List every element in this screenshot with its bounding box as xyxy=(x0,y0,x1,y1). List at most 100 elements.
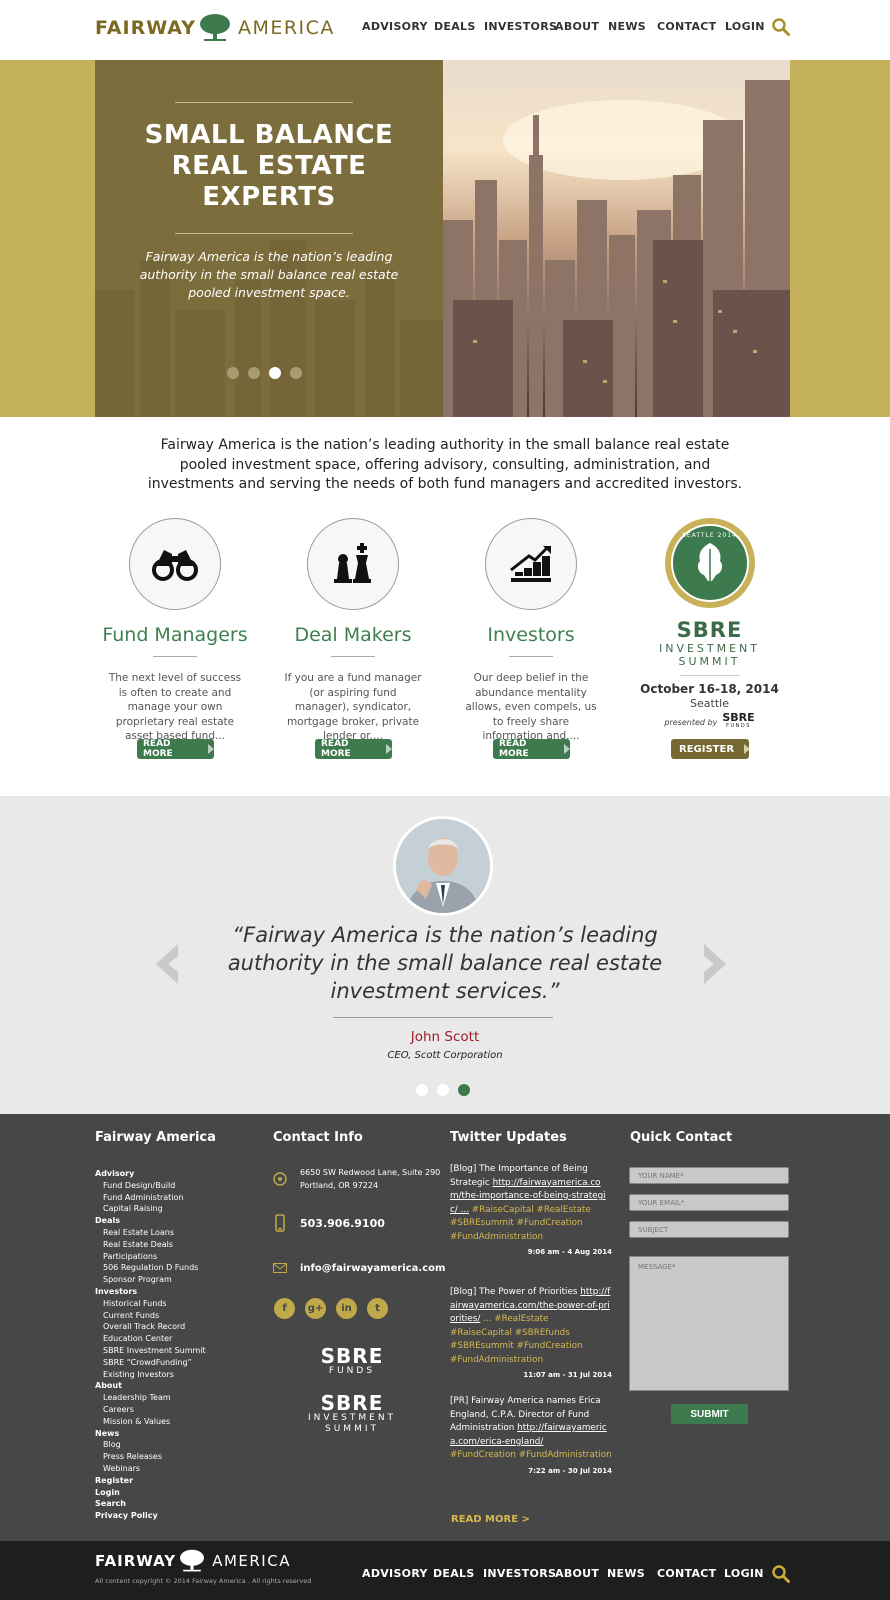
tweet-hashtags[interactable]: #FundCreation #FundAdministration xyxy=(450,1450,612,1460)
email-field[interactable] xyxy=(629,1194,789,1211)
footer-link[interactable]: Webinars xyxy=(95,1463,206,1475)
nav-contact[interactable]: CONTACT xyxy=(657,1567,716,1580)
footer-link[interactable]: Deals xyxy=(95,1215,206,1227)
footer-link[interactable]: Search xyxy=(95,1498,206,1510)
arrow-right-icon xyxy=(208,744,214,754)
nav-login[interactable]: LOGIN xyxy=(725,20,765,33)
nav-news[interactable]: NEWS xyxy=(608,20,646,33)
summit-subtitle-1: INVESTMENT xyxy=(658,642,761,655)
nav-contact[interactable]: CONTACT xyxy=(657,20,716,33)
footer-link[interactable]: Sponsor Program xyxy=(95,1274,206,1286)
slider-dot[interactable] xyxy=(437,1084,449,1096)
google-plus-icon[interactable]: g+ xyxy=(305,1298,326,1319)
nav-deals[interactable]: DEALS xyxy=(434,20,476,33)
footer-link[interactable]: Investors xyxy=(95,1286,206,1298)
footer-link[interactable]: Real Estate Deals xyxy=(95,1239,206,1251)
slider-dot[interactable] xyxy=(227,367,239,379)
chess-pieces-icon xyxy=(334,543,371,583)
read-more-button[interactable]: READ MORE xyxy=(493,739,570,759)
nav-advisory[interactable]: ADVISORY xyxy=(362,1567,428,1580)
footer-link[interactable]: Real Estate Loans xyxy=(95,1227,206,1239)
summit-badge[interactable]: SEATTLE 2014 xyxy=(664,518,755,608)
nav-news[interactable]: NEWS xyxy=(607,1567,645,1580)
twitter-icon[interactable]: t xyxy=(367,1298,388,1319)
hero-title-line: EXPERTS xyxy=(202,182,336,212)
footer-link[interactable]: About xyxy=(95,1380,206,1392)
chevron-right-icon[interactable] xyxy=(700,942,732,986)
footer-col-title: Twitter Updates xyxy=(450,1130,567,1145)
envelope-icon xyxy=(273,1261,287,1275)
sbre-funds-logo[interactable]: SBRE FUNDS xyxy=(306,1346,398,1376)
social-links: f g+ in t xyxy=(274,1298,388,1319)
footer-link[interactable]: Current Funds xyxy=(95,1310,206,1322)
register-button[interactable]: REGISTER xyxy=(671,739,751,759)
nav-deals[interactable]: DEALS xyxy=(433,1567,475,1580)
facebook-icon[interactable]: f xyxy=(274,1298,295,1319)
read-more-button[interactable]: READ MORE xyxy=(137,739,214,759)
slider-dot[interactable] xyxy=(290,367,302,379)
subject-field[interactable] xyxy=(629,1221,789,1238)
feature-divider xyxy=(153,656,197,657)
nav-investors[interactable]: INVESTORS xyxy=(483,1567,556,1580)
footer-link[interactable]: Overall Track Record xyxy=(95,1321,206,1333)
brand-sub: SUMMIT xyxy=(325,1424,379,1434)
feature-investors: Investors Our deep belief in the abundan… xyxy=(446,518,616,744)
tweet-hashtags[interactable]: #RaiseCapital #RealEstate #SBREsummit #F… xyxy=(450,1205,591,1242)
footer-link[interactable]: Login xyxy=(95,1487,206,1499)
footer-link[interactable]: 506 Regulation D Funds xyxy=(95,1262,206,1274)
nav-investors[interactable]: INVESTORS xyxy=(484,20,557,33)
footer-link[interactable]: Register xyxy=(95,1475,206,1487)
phone-number[interactable]: 503.906.9100 xyxy=(300,1217,385,1230)
footer-link[interactable]: Advisory xyxy=(95,1168,206,1180)
footer-link[interactable]: Press Releases xyxy=(95,1451,206,1463)
testimonial-quote: “Fairway America is the nation’s leading… xyxy=(227,923,663,1003)
testimonial-role: CEO, Scott Corporation xyxy=(387,1050,503,1061)
read-more-button[interactable]: READ MORE xyxy=(315,739,392,759)
nav-advisory[interactable]: ADVISORY xyxy=(362,20,428,33)
twitter-read-more-link[interactable]: READ MORE > xyxy=(451,1514,530,1525)
slider-dot[interactable] xyxy=(416,1084,428,1096)
nav-about[interactable]: ABOUT xyxy=(555,20,599,33)
footer-link[interactable]: Leadership Team xyxy=(95,1392,206,1404)
site-header: FAIRWAY AMERICA ADVISORY DEALS INVESTORS… xyxy=(0,0,890,60)
footer-link[interactable]: Existing Investors xyxy=(95,1369,206,1381)
message-field[interactable] xyxy=(629,1256,789,1391)
feature-title: Fund Managers xyxy=(102,624,248,646)
footer-col-title: Quick Contact xyxy=(630,1130,733,1145)
footer-link[interactable]: Capital Raising xyxy=(95,1203,206,1215)
footer-link[interactable]: Education Center xyxy=(95,1333,206,1345)
site-logo[interactable]: FAIRWAY AMERICA xyxy=(95,12,335,44)
slider-dot[interactable] xyxy=(248,367,260,379)
slider-dot-active[interactable] xyxy=(269,367,281,379)
footer-link[interactable]: Historical Funds xyxy=(95,1298,206,1310)
sbre-funds-logo: SBRE FUNDS xyxy=(722,712,754,731)
footer-link[interactable]: Blog xyxy=(95,1439,206,1451)
nav-login[interactable]: LOGIN xyxy=(724,1567,764,1580)
sbre-summit-logo[interactable]: SBRE INVESTMENT SUMMIT xyxy=(296,1393,408,1435)
name-field[interactable] xyxy=(629,1167,789,1184)
footer-logo[interactable]: FAIRWAY AMERICA xyxy=(95,1549,291,1573)
footer-link[interactable]: News xyxy=(95,1428,206,1440)
arrow-right-icon xyxy=(386,744,392,754)
email-address[interactable]: info@fairwayamerica.com xyxy=(300,1262,445,1275)
footer-link[interactable]: Careers xyxy=(95,1404,206,1416)
footer-link[interactable]: Mission & Values xyxy=(95,1416,206,1428)
linkedin-icon[interactable]: in xyxy=(336,1298,357,1319)
footer-link[interactable]: Fund Design/Build xyxy=(95,1180,206,1192)
chevron-left-icon[interactable] xyxy=(150,942,182,986)
feature-icon-circle xyxy=(485,518,577,610)
sbre-summit-promo: SEATTLE 2014 SBRE INVESTMENT SUMMIT Octo… xyxy=(627,518,792,731)
nav-about[interactable]: ABOUT xyxy=(555,1567,599,1580)
testimonial-section: “Fairway America is the nation’s leading… xyxy=(0,796,890,1114)
tweet: [PR] Fairway America names Erica England… xyxy=(450,1395,612,1478)
footer-link[interactable]: Participations xyxy=(95,1251,206,1263)
search-icon[interactable] xyxy=(772,18,790,36)
footer-link[interactable]: Privacy Policy xyxy=(95,1510,206,1522)
footer-link[interactable]: Fund Administration xyxy=(95,1192,206,1204)
slider-dot-active[interactable] xyxy=(458,1084,470,1096)
footer-link[interactable]: SBRE “CrowdFunding” xyxy=(95,1357,206,1369)
button-label: READ MORE xyxy=(499,739,529,759)
footer-link[interactable]: SBRE Investment Summit xyxy=(95,1345,206,1357)
submit-button[interactable]: SUBMIT xyxy=(671,1404,748,1424)
search-icon[interactable] xyxy=(772,1565,790,1583)
